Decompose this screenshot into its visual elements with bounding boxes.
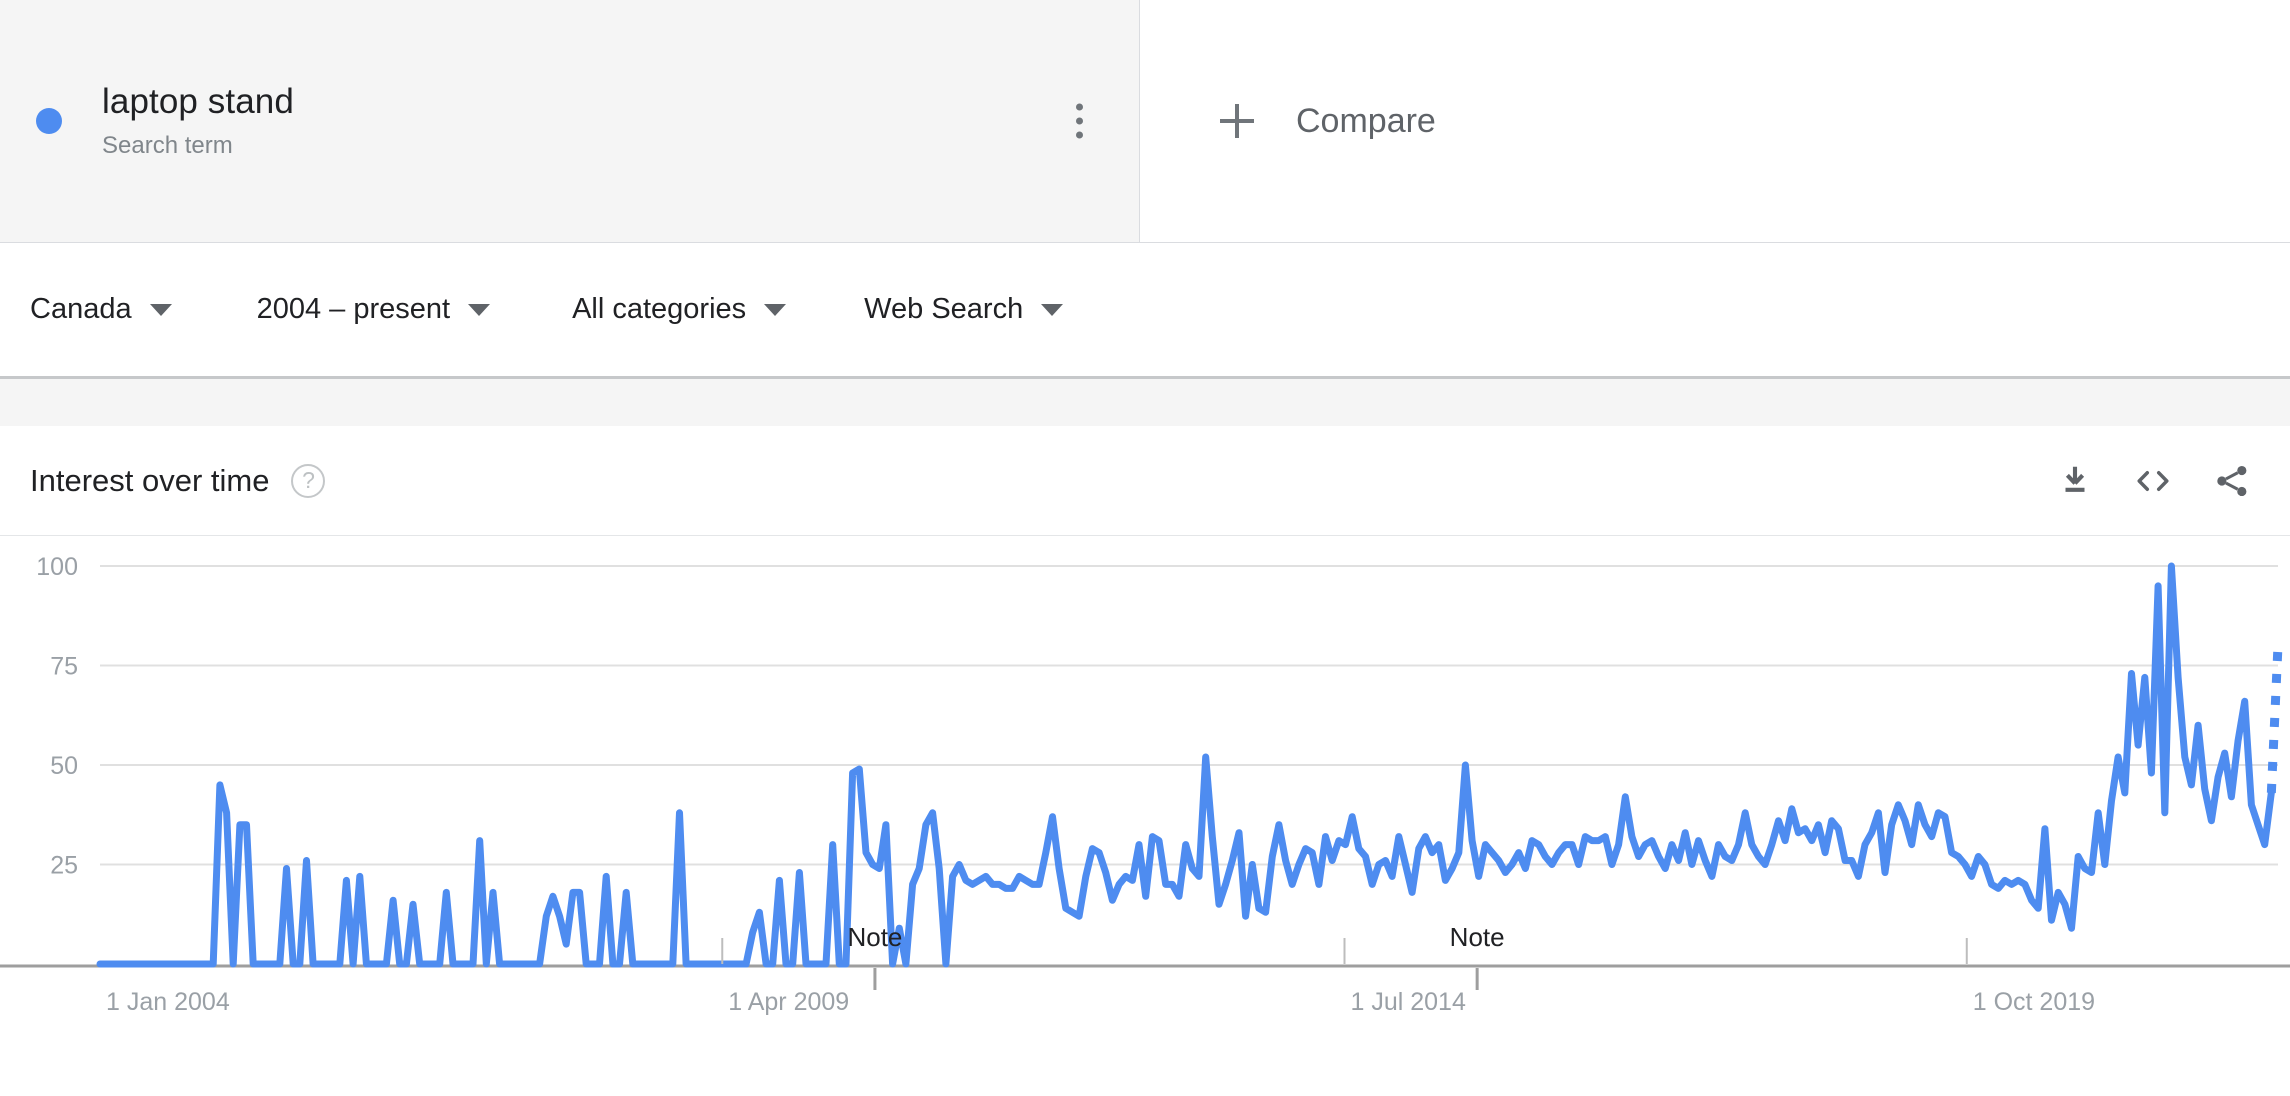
filter-search-type[interactable]: Web Search: [864, 281, 1064, 338]
filter-time-range[interactable]: 2004 – present: [256, 281, 491, 338]
filter-category[interactable]: All categories: [572, 281, 787, 338]
plus-icon: [1220, 104, 1254, 138]
note-annotation-label: Note: [1449, 922, 1505, 952]
x-axis-tick-label: 1 Jul 2014: [1351, 988, 1466, 1016]
interest-over-time-card: Interest over time ? 100 75 50 25 1 Jan …: [0, 426, 2290, 1096]
series-color-dot: [36, 108, 62, 134]
x-axis-tick-label: 1 Oct 2019: [1973, 988, 2095, 1016]
search-term-card[interactable]: laptop stand Search term: [0, 0, 1140, 242]
filter-search-type-label: Web Search: [864, 293, 1024, 325]
x-axis-tick-label: 1 Apr 2009: [728, 988, 849, 1016]
note-annotation-label: Note: [847, 922, 903, 952]
more-vert-icon[interactable]: [1066, 94, 1093, 149]
filter-category-label: All categories: [572, 293, 747, 325]
share-icon[interactable]: [2212, 462, 2252, 500]
search-terms-row: laptop stand Search term Compare: [0, 0, 2290, 243]
search-term-subtitle: Search term: [102, 132, 233, 160]
search-term-title: laptop stand: [102, 81, 294, 121]
chevron-down-icon: [1041, 303, 1064, 316]
y-axis-tick-label: 75: [50, 653, 78, 681]
search-term-texts: laptop stand Search term: [102, 81, 294, 160]
chevron-down-icon: [149, 303, 172, 316]
y-axis-tick-label: 50: [50, 752, 78, 780]
filter-time-range-label: 2004 – present: [256, 293, 451, 325]
trend-line-partial-dashed: [2266, 645, 2283, 794]
chevron-down-icon: [764, 303, 787, 316]
page-title: Interest over time: [30, 462, 270, 498]
interest-over-time-chart[interactable]: 100 75 50 25 1 Jan 2004 1 Apr 2009 1 Jul 2014 1…: [0, 536, 2290, 1096]
help-circle-icon[interactable]: ?: [291, 463, 326, 498]
x-axis-tick-label: 1 Jan 2004: [106, 988, 230, 1016]
add-compare-button[interactable]: Compare: [1140, 0, 2290, 242]
filter-location-label: Canada: [30, 293, 132, 325]
header-actions: [2056, 462, 2252, 500]
interest-over-time-header: Interest over time ?: [0, 426, 2290, 536]
chevron-down-icon: [468, 303, 491, 316]
y-axis-tick-label: 100: [36, 553, 78, 581]
filter-location[interactable]: Canada: [30, 281, 172, 338]
trend-line-plot: 100 75 50 25 1 Jan 2004 1 Apr 2009 1 Jul 2014 1…: [0, 553, 2290, 1016]
page-background-band: [0, 379, 2290, 426]
y-axis-tick-label: 25: [50, 852, 78, 880]
code-embed-icon[interactable]: [2132, 462, 2174, 500]
filter-bar: Canada 2004 – present All categories Web…: [0, 243, 2290, 376]
compare-label: Compare: [1296, 101, 1436, 140]
download-icon[interactable]: [2056, 462, 2094, 500]
